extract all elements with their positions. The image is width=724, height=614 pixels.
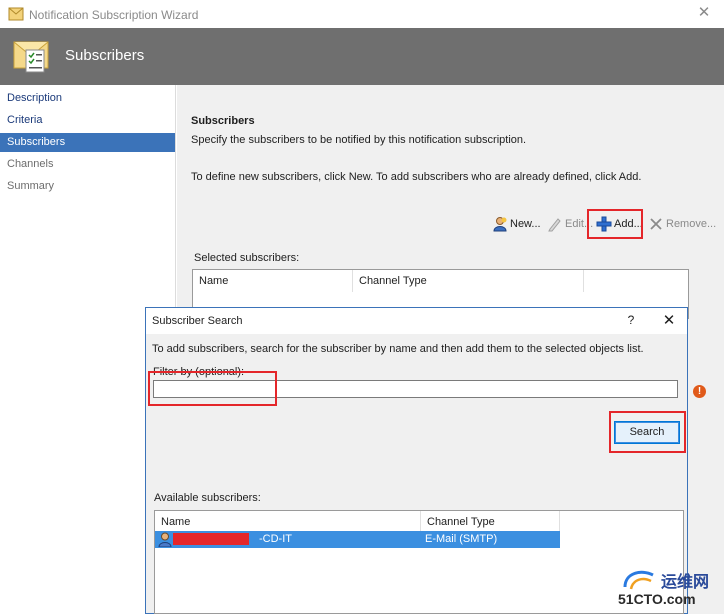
wizard-app-icon (8, 7, 24, 21)
section-instructions: To define new subscribers, click New. To… (191, 171, 642, 183)
dialog-close-icon[interactable]: ✕ (660, 311, 678, 329)
watermark-logo: 运维网 51CTO.com (615, 565, 724, 614)
column-header-channel-type[interactable]: Channel Type (421, 511, 560, 533)
nav-item-subscribers[interactable]: Subscribers (0, 133, 175, 152)
selected-subscribers-label: Selected subscribers: (194, 252, 300, 264)
subscriber-name: -CD-IT (259, 533, 292, 545)
remove-x-icon (650, 218, 662, 230)
watermark-line1: 运维网 (661, 574, 710, 591)
wizard-header: Subscribers (0, 28, 724, 85)
pencil-icon (548, 218, 561, 232)
dialog-titlebar: Subscriber Search ? ✕ (146, 308, 687, 334)
section-description: Specify the subscribers to be notified b… (191, 134, 527, 146)
nav-item-criteria[interactable]: Criteria (0, 111, 175, 130)
subscriber-channel: E-Mail (SMTP) (425, 533, 498, 545)
header-title: Subscribers (65, 47, 145, 64)
user-new-icon (493, 217, 507, 232)
highlight-search-button (609, 411, 686, 453)
new-button-label: New... (510, 218, 541, 230)
window-title: Notification Subscription Wizard (29, 8, 199, 22)
watermark-line2: 51CTO.com (618, 591, 696, 607)
column-header-name[interactable]: Name (155, 511, 421, 533)
highlight-filter-field (148, 371, 277, 406)
new-button[interactable]: New... (492, 214, 541, 234)
table-row[interactable]: -CD-IT E-Mail (SMTP) (155, 531, 560, 548)
user-icon (158, 532, 172, 547)
nav-item-channels[interactable]: Channels (0, 155, 175, 174)
remove-button[interactable]: Remove... (648, 214, 716, 234)
error-icon: ! (693, 385, 706, 398)
section-heading: Subscribers (191, 115, 255, 127)
highlight-add-button (587, 209, 643, 239)
watermark-swirl-icon (623, 570, 654, 590)
notification-envelope-icon (13, 41, 49, 73)
nav-item-description[interactable]: Description (0, 89, 175, 108)
column-header-channel-type[interactable]: Channel Type (353, 270, 584, 292)
remove-button-label: Remove... (666, 218, 717, 230)
column-header-name[interactable]: Name (193, 270, 353, 292)
redaction-mark (173, 533, 249, 545)
window-close-icon[interactable]: ✕ (694, 4, 714, 22)
nav-item-summary[interactable]: Summary (0, 177, 175, 196)
available-subscribers-label: Available subscribers: (154, 492, 261, 504)
dialog-title: Subscriber Search (152, 315, 243, 327)
dialog-instructions: To add subscribers, search for the subsc… (152, 343, 644, 355)
available-subscribers-list[interactable]: Name Channel Type (154, 510, 684, 614)
help-icon[interactable]: ? (624, 313, 638, 327)
window-titlebar: Notification Subscription Wizard ✕ (0, 0, 724, 28)
